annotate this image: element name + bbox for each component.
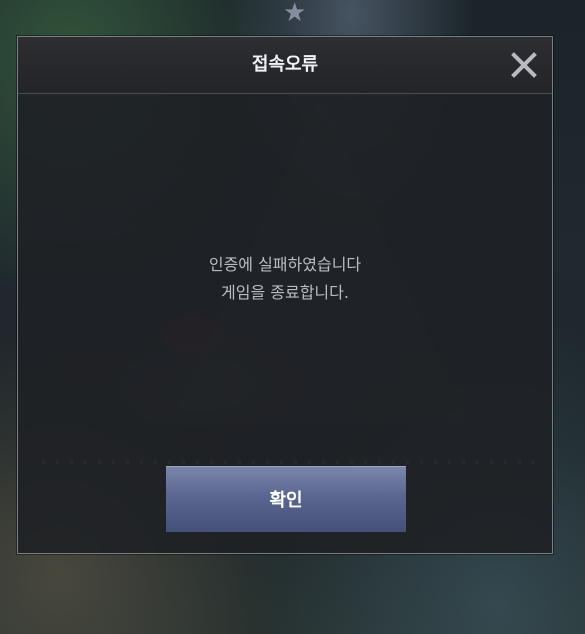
- error-message: 인증에 실패하였습니다 게임을 종료합니다.: [18, 251, 552, 307]
- message-line-game-exit: 게임을 종료합니다.: [221, 283, 349, 302]
- dialog-header: 접속오류: [18, 37, 552, 94]
- message-line-auth-failed: 인증에 실패하였습니다: [208, 255, 362, 274]
- dialog-title: 접속오류: [251, 54, 319, 75]
- close-button[interactable]: [510, 51, 538, 79]
- connection-error-dialog: 접속오류 인증에 실패하였습니다 게임을 종료합니다. 확인: [17, 36, 553, 554]
- close-icon: [511, 52, 537, 78]
- confirm-button[interactable]: 확인: [166, 466, 406, 532]
- background-star-icon: ★: [283, 0, 307, 28]
